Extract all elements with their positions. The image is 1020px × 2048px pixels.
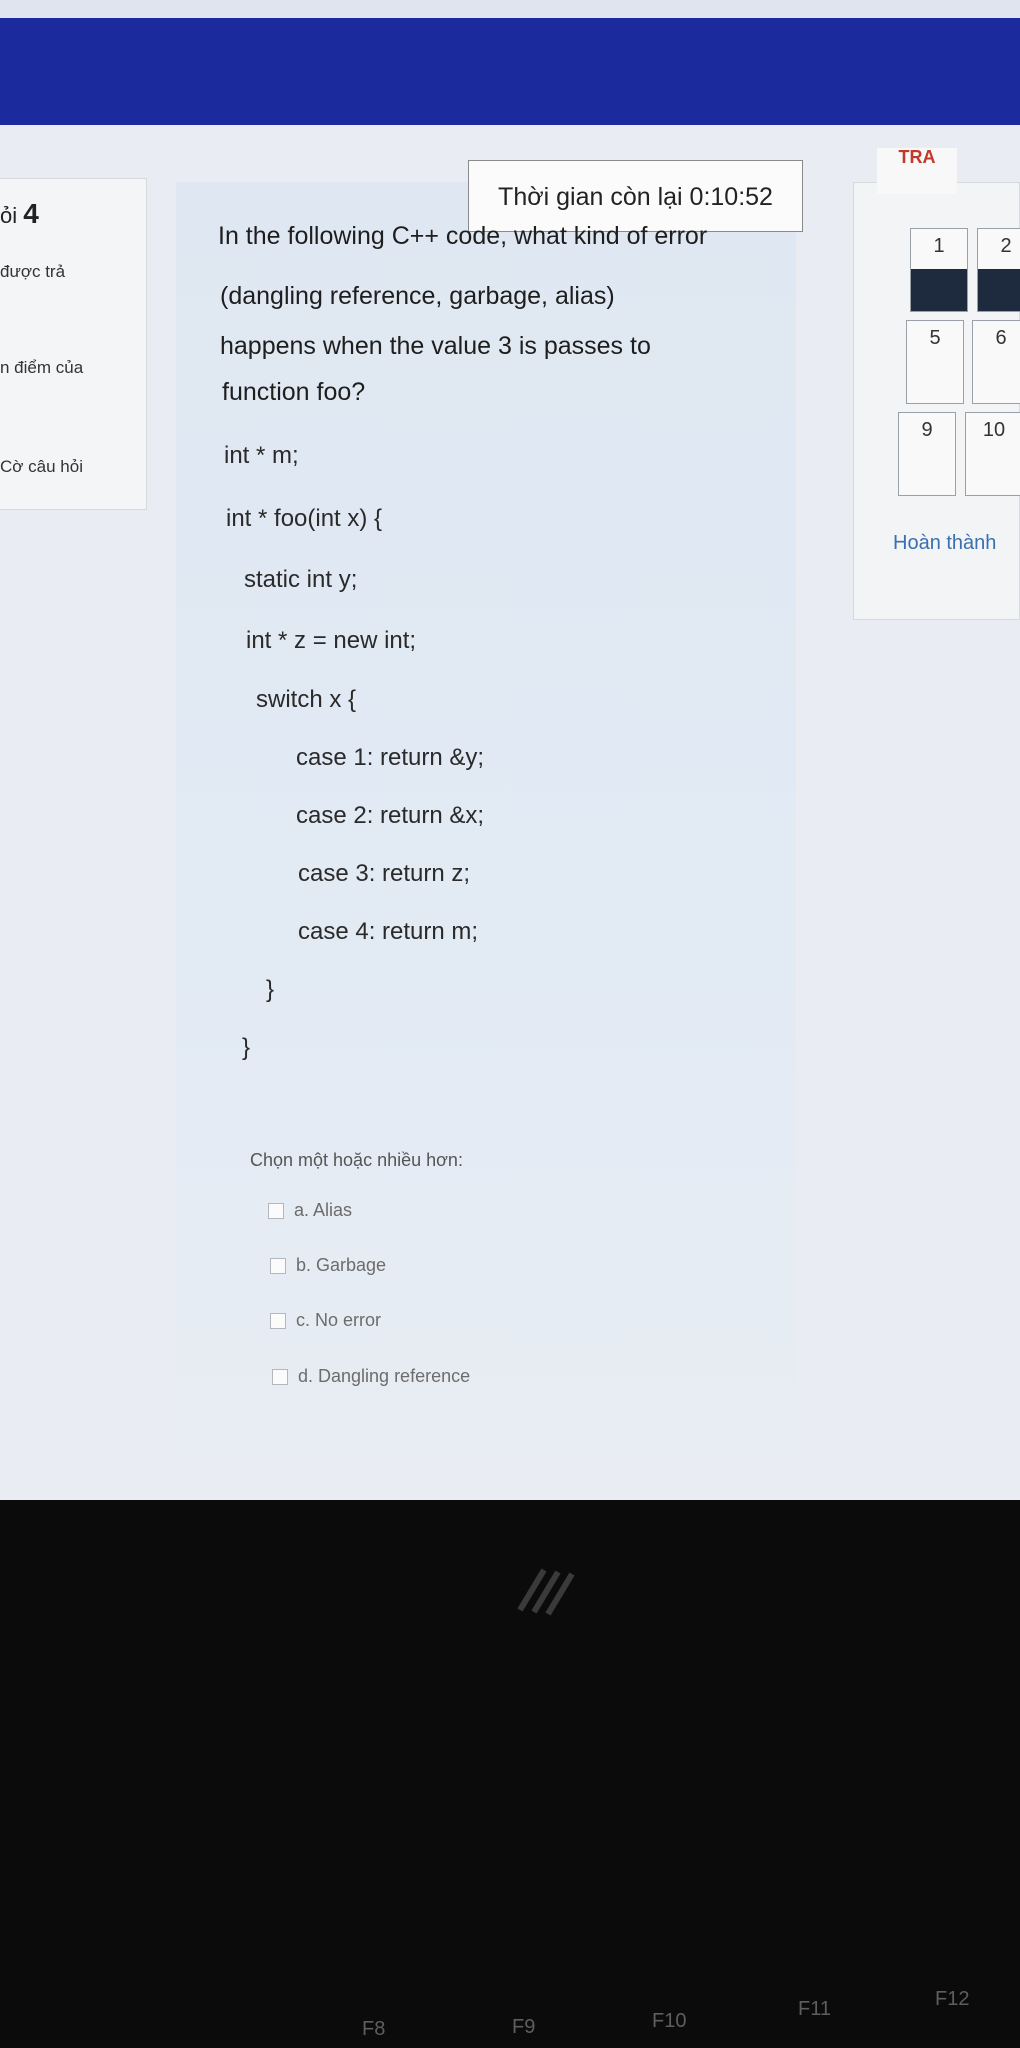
checkbox[interactable] xyxy=(270,1257,286,1274)
option-label: b. Garbage xyxy=(296,1255,387,1275)
flag-question-link[interactable]: Cờ câu hỏi xyxy=(0,457,83,477)
answered-indicator xyxy=(911,269,967,311)
quiz-nav-button[interactable]: 1 xyxy=(910,228,968,312)
code-line: case 4: return m; xyxy=(298,918,479,945)
code-line: case 3: return z; xyxy=(298,860,471,887)
option-label: d. Dangling reference xyxy=(298,1366,471,1386)
code-line: } xyxy=(242,1034,251,1061)
laptop-logo-icon xyxy=(517,1568,575,1616)
question-text-line: (dangling reference, garbage, alias) xyxy=(220,282,615,310)
question-text-line: function foo? xyxy=(222,378,366,406)
answered-indicator xyxy=(978,269,1020,311)
option-label: c. No error xyxy=(296,1310,382,1330)
answer-option-b[interactable]: b. Garbage xyxy=(270,1255,386,1276)
question-number: ỏi 4 xyxy=(0,198,39,229)
answer-option-a[interactable]: a. Alias xyxy=(268,1200,352,1221)
function-key: F10 xyxy=(652,2010,687,2032)
code-line: switch x { xyxy=(256,686,357,713)
browser-top-strip xyxy=(0,0,1020,20)
question-text-line: happens when the value 3 is passes to xyxy=(220,332,651,360)
checkbox[interactable] xyxy=(272,1368,288,1385)
code-line: case 2: return &x; xyxy=(296,802,485,829)
question-status: được trả xyxy=(0,262,66,281)
function-key: F9 xyxy=(512,2016,536,2038)
code-line: static int y; xyxy=(244,566,358,593)
code-line: int * z = new int; xyxy=(246,627,417,654)
question-points: n điểm của xyxy=(0,358,84,377)
code-line: } xyxy=(266,976,275,1003)
checkbox[interactable] xyxy=(270,1312,286,1329)
finish-attempt-link[interactable]: Hoàn thành xyxy=(893,532,996,555)
option-label: a. Alias xyxy=(294,1200,353,1220)
question-text-line: In the following C++ code, what kind of … xyxy=(218,222,708,250)
code-line: int * m; xyxy=(224,442,299,469)
quiz-navigation-title: TRA xyxy=(877,148,957,194)
quiz-nav-button[interactable]: 6 xyxy=(972,320,1020,404)
quiz-nav-button[interactable]: 10 xyxy=(965,412,1020,496)
answer-option-d[interactable]: d. Dangling reference xyxy=(272,1366,470,1387)
function-key: F8 xyxy=(362,2018,386,2040)
code-line: case 1: return &y; xyxy=(296,744,485,771)
answer-option-c[interactable]: c. No error xyxy=(270,1310,381,1331)
function-key: F12 xyxy=(935,1988,970,2010)
quiz-nav-button[interactable]: 2 xyxy=(977,228,1020,312)
answer-prompt: Chọn một hoặc nhiều hơn: xyxy=(250,1150,463,1170)
question-content-panel xyxy=(176,182,796,1452)
quiz-nav-button[interactable]: 5 xyxy=(906,320,964,404)
quiz-nav-button[interactable]: 9 xyxy=(898,412,956,496)
function-key: F11 xyxy=(798,1998,831,2020)
code-line: int * foo(int x) { xyxy=(226,505,383,532)
checkbox[interactable] xyxy=(268,1202,284,1219)
